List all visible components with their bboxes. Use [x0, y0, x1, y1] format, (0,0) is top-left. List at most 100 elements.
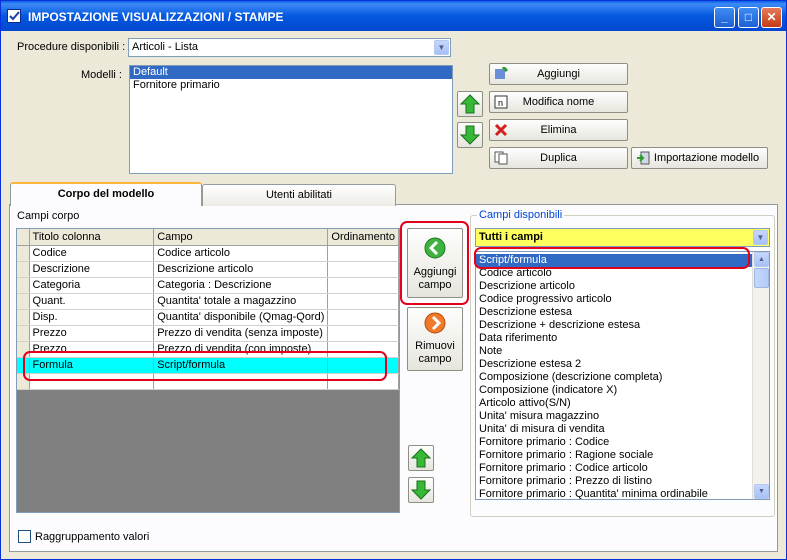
minimize-button[interactable]: _: [714, 7, 735, 28]
available-fields-label: Campi disponibili: [477, 209, 565, 221]
cell-field[interactable]: Descrizione articolo: [153, 261, 329, 278]
cell-sort[interactable]: [327, 245, 399, 262]
models-list[interactable]: Default Fornitore primario: [129, 65, 453, 174]
cell-title[interactable]: Codice: [29, 245, 155, 262]
available-fields-scrollbar[interactable]: ▲ ▼: [752, 252, 769, 499]
rename-icon: n: [494, 95, 508, 109]
remove-field-label: Rimuovi campo: [415, 340, 455, 365]
procedure-select[interactable]: Articoli - Lista ▼: [128, 38, 451, 57]
available-field-item[interactable]: Descrizione estesa 2: [476, 358, 752, 371]
window-title: IMPOSTAZIONE VISUALIZZAZIONI / STAMPE: [28, 10, 284, 24]
scroll-down-icon[interactable]: ▼: [754, 484, 769, 499]
cell-title[interactable]: Prezzo: [29, 325, 155, 342]
model-item-default[interactable]: Default: [130, 66, 452, 79]
move-model-down-button[interactable]: [457, 122, 483, 148]
delete-model-button[interactable]: Elimina: [489, 119, 628, 141]
table-row[interactable]: Descrizione Descrizione articolo: [17, 261, 399, 278]
available-field-item[interactable]: Unita' misura magazzino: [476, 410, 752, 423]
available-fields-list[interactable]: Script/formula Codice articolo Descrizione…: [475, 251, 770, 500]
available-field-item[interactable]: Descrizione + descrizione estesa: [476, 319, 752, 332]
available-field-item[interactable]: Note: [476, 345, 752, 358]
scroll-thumb[interactable]: [754, 268, 769, 288]
available-field-item[interactable]: Fornitore primario : Codice: [476, 436, 752, 449]
grouping-checkbox[interactable]: [18, 530, 31, 543]
cell-field[interactable]: Codice articolo: [153, 245, 329, 262]
fields-filter-select[interactable]: Tutti i campi ▼: [475, 228, 770, 247]
available-field-item[interactable]: Composizione (indicatore X): [476, 384, 752, 397]
cell-title[interactable]: Quant.: [29, 293, 155, 310]
duplicate-model-label: Duplica: [540, 152, 577, 164]
rename-model-label: Modifica nome: [522, 96, 595, 108]
cell-sort[interactable]: [327, 261, 399, 278]
row-indicator[interactable]: [17, 277, 30, 294]
table-row[interactable]: Categoria Categoria : Descrizione: [17, 277, 399, 294]
arrow-down-icon: [459, 125, 481, 145]
import-model-button[interactable]: Importazione modello: [631, 147, 768, 169]
add-model-button[interactable]: Aggiungi: [489, 63, 628, 85]
available-field-item[interactable]: Unita' di misura di vendita: [476, 423, 752, 436]
cell-title[interactable]: Disp.: [29, 309, 155, 326]
available-field-item[interactable]: Composizione (descrizione completa): [476, 371, 752, 384]
available-field-item[interactable]: Descrizione articolo: [476, 280, 752, 293]
row-indicator[interactable]: [17, 309, 30, 326]
grouping-label: Raggruppamento valori: [35, 531, 150, 543]
row-indicator[interactable]: [17, 245, 30, 262]
cell-sort[interactable]: [327, 325, 399, 342]
scroll-up-icon[interactable]: ▲: [754, 252, 769, 267]
delete-model-label: Elimina: [540, 124, 577, 136]
tab-utenti-abilitati[interactable]: Utenti abilitati: [202, 184, 396, 206]
duplicate-icon: [494, 151, 508, 165]
cell-field[interactable]: Prezzo di vendita (senza imposte): [153, 325, 329, 342]
tab-corpo-modello[interactable]: Corpo del modello: [10, 182, 202, 206]
available-field-item[interactable]: Data riferimento: [476, 332, 752, 345]
cell-sort[interactable]: [327, 277, 399, 294]
table-row[interactable]: Prezzo Prezzo di vendita (senza imposte): [17, 325, 399, 342]
cell-field[interactable]: Quantita' disponibile (Qmag-Qord): [153, 309, 329, 326]
move-field-down-button[interactable]: [408, 477, 434, 503]
annotation-selected-field: [474, 247, 750, 269]
column-header-title[interactable]: Titolo colonna: [29, 229, 155, 246]
model-item-fornitore[interactable]: Fornitore primario: [130, 79, 452, 92]
available-field-item[interactable]: Fornitore primario : Ragione sociale: [476, 449, 752, 462]
column-header-field[interactable]: Campo: [153, 229, 329, 246]
available-field-item[interactable]: Articolo attivo(S/N): [476, 397, 752, 410]
table-row[interactable]: Quant. Quantita' totale a magazzino: [17, 293, 399, 310]
table-row[interactable]: Disp. Quantita' disponibile (Qmag-Qord): [17, 309, 399, 326]
procedure-selected-value: Articoli - Lista: [132, 41, 199, 53]
rename-model-button[interactable]: n Modifica nome: [489, 91, 628, 113]
row-indicator[interactable]: [17, 261, 30, 278]
row-indicator[interactable]: [17, 293, 30, 310]
available-field-item[interactable]: Fornitore primario : Codice articolo: [476, 462, 752, 475]
available-field-item[interactable]: Descrizione estesa: [476, 306, 752, 319]
chevron-down-icon[interactable]: ▼: [434, 40, 449, 55]
available-field-item[interactable]: Fornitore primario : Prezzo di listino: [476, 475, 752, 488]
maximize-button[interactable]: □: [738, 7, 759, 28]
cell-field[interactable]: Quantita' totale a magazzino: [153, 293, 329, 310]
procedure-label: Procedure disponibili :: [17, 41, 126, 53]
body-fields-label: Campi corpo: [17, 210, 80, 222]
chevron-down-icon[interactable]: ▼: [753, 230, 768, 245]
title-bar[interactable]: IMPOSTAZIONE VISUALIZZAZIONI / STAMPE _ …: [1, 1, 786, 31]
cell-sort[interactable]: [327, 293, 399, 310]
move-field-up-button[interactable]: [408, 445, 434, 471]
models-label: Modelli :: [81, 69, 122, 81]
move-model-up-button[interactable]: [457, 91, 483, 117]
cell-title[interactable]: Descrizione: [29, 261, 155, 278]
add-model-label: Aggiungi: [537, 68, 580, 80]
arrow-right-circle-icon: [424, 312, 446, 334]
table-row[interactable]: Codice Codice articolo: [17, 245, 399, 262]
available-field-item[interactable]: Fornitore primario : Quantita' minima or…: [476, 488, 752, 499]
cell-sort[interactable]: [327, 309, 399, 326]
window-check-icon: [7, 9, 21, 23]
close-button[interactable]: ✕: [761, 7, 782, 28]
duplicate-model-button[interactable]: Duplica: [489, 147, 628, 169]
arrow-down-icon: [410, 480, 432, 500]
cell-title[interactable]: Categoria: [29, 277, 155, 294]
column-header-sort[interactable]: Ordinamento: [327, 229, 399, 246]
annotation-highlight-row: [23, 351, 387, 381]
available-field-item[interactable]: Codice progressivo articolo: [476, 293, 752, 306]
row-indicator[interactable]: [17, 325, 30, 342]
cell-field[interactable]: Categoria : Descrizione: [153, 277, 329, 294]
remove-field-button[interactable]: Rimuovi campo: [407, 307, 463, 371]
import-model-label: Importazione modello: [653, 152, 760, 164]
